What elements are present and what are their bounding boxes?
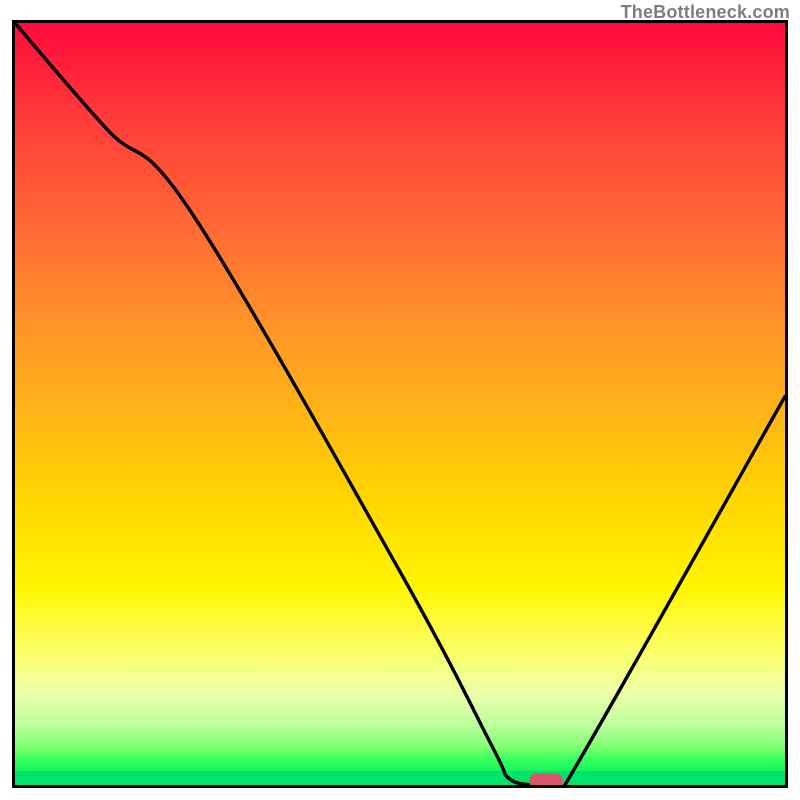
optimal-marker <box>529 774 563 788</box>
chart-root: TheBottleneck.com <box>0 0 800 800</box>
bottleneck-curve <box>15 23 785 785</box>
plot-area <box>12 20 788 788</box>
